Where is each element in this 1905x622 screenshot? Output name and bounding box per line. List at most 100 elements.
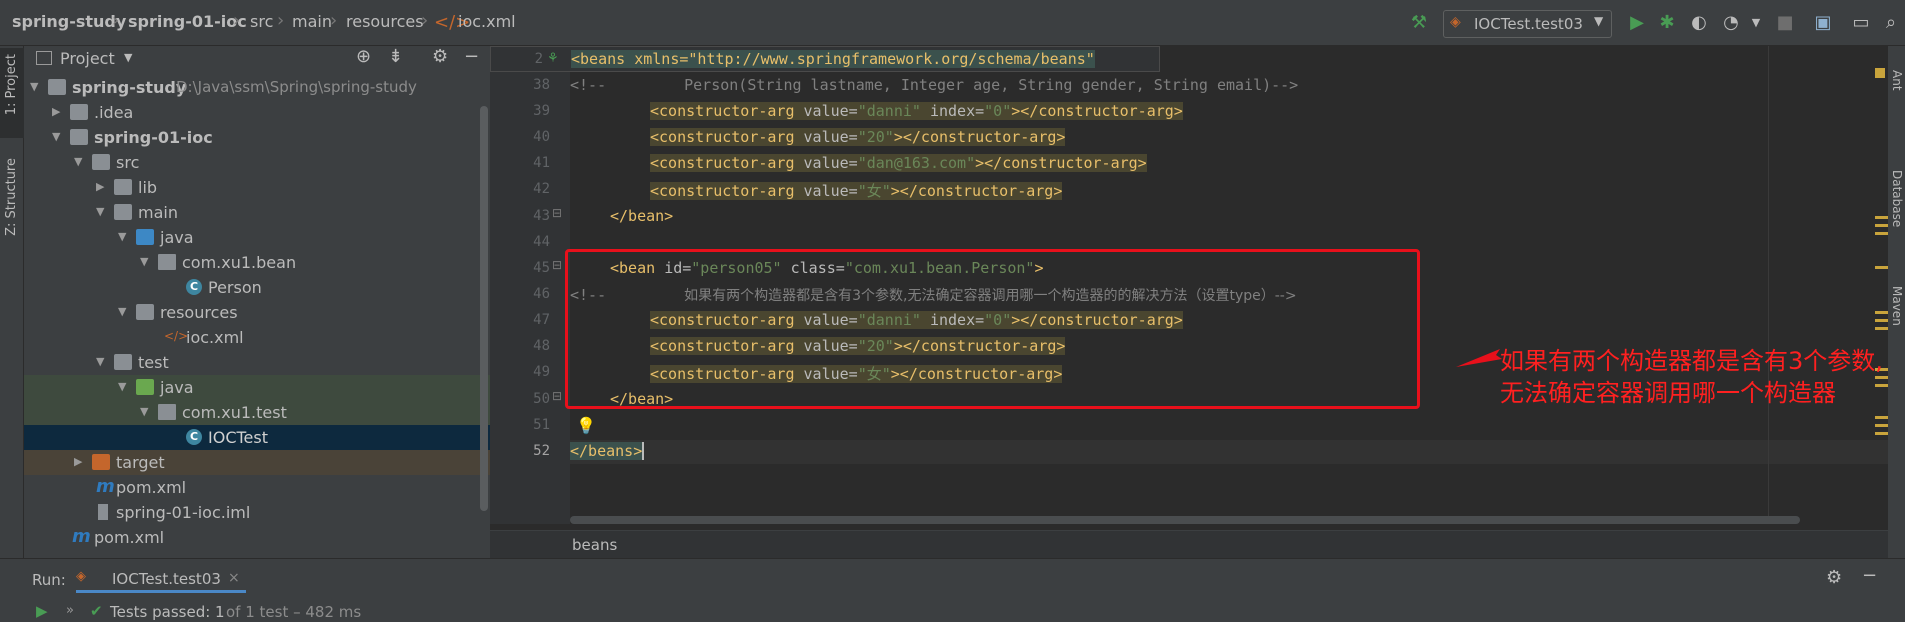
project-tool-button[interactable]: 1: Project bbox=[0, 48, 24, 138]
tree-item-pom-module[interactable]: m pom.xml bbox=[24, 475, 490, 500]
fold-icon[interactable]: ⊟ bbox=[552, 206, 562, 220]
chevron-down-icon: ▼ bbox=[96, 205, 105, 218]
tree-item-package-test[interactable]: ▼ com.xu1.test bbox=[24, 400, 490, 425]
tree-item-label: target bbox=[116, 453, 165, 472]
tree-item-person[interactable]: C Person bbox=[24, 275, 490, 300]
tab-ioctest-test03[interactable]: ◈ IOCTest.test03 × bbox=[76, 567, 246, 593]
project-structure-icon[interactable]: ▣ bbox=[1812, 12, 1834, 34]
breadcrumb-resources[interactable]: resources bbox=[346, 12, 424, 31]
package-icon bbox=[158, 404, 176, 420]
tag-close: </beans> bbox=[570, 442, 643, 460]
tag-close: ></constructor-arg> bbox=[893, 128, 1066, 146]
tree-item-idea[interactable]: ▶ .idea bbox=[24, 100, 490, 125]
line-number: 46 bbox=[533, 286, 550, 302]
breadcrumb-separator: › bbox=[421, 10, 429, 31]
tree-item-iml[interactable]: spring-01-ioc.iml bbox=[24, 500, 490, 525]
tree-item-spring-01-ioc[interactable]: ▼ spring-01-ioc bbox=[24, 125, 490, 150]
tag-close: ></constructor-arg> bbox=[1011, 102, 1183, 120]
breadcrumb-project[interactable]: spring-study bbox=[12, 12, 126, 31]
tree-item-label: main bbox=[138, 203, 178, 222]
collapse-all-icon[interactable]: ⇟ bbox=[388, 46, 403, 67]
breadcrumb-separator: › bbox=[277, 10, 285, 31]
stop-icon[interactable]: ■ bbox=[1774, 12, 1796, 34]
coverage-icon[interactable]: ◐ bbox=[1688, 12, 1710, 34]
test-config-icon: ◈ bbox=[1450, 14, 1461, 30]
tree-item-lib[interactable]: ▶ lib bbox=[24, 175, 490, 200]
locate-icon[interactable]: ⊕ bbox=[356, 46, 371, 67]
xml-file-icon: </> bbox=[434, 12, 471, 33]
maven-icon: m bbox=[72, 526, 91, 547]
chevron-down-icon: ▼ bbox=[30, 80, 39, 93]
database-tool-label[interactable]: Database bbox=[1890, 170, 1904, 227]
editor-breadcrumb-beans[interactable]: beans bbox=[572, 536, 617, 554]
breadcrumb-main[interactable]: main bbox=[292, 12, 332, 31]
terminal-icon[interactable]: ▭ bbox=[1850, 12, 1872, 34]
profile-icon[interactable]: ◔ bbox=[1720, 12, 1742, 34]
lightbulb-icon[interactable]: 💡 bbox=[576, 416, 596, 435]
build-hammer-icon[interactable]: ⚒ bbox=[1408, 12, 1430, 34]
tag-open: <constructor-arg bbox=[650, 102, 795, 120]
tree-item-src[interactable]: ▼ src bbox=[24, 150, 490, 175]
run-icon[interactable]: ▶ bbox=[1626, 12, 1648, 34]
run-configuration-dropdown[interactable]: ◈ IOCTest.test03 ▼ bbox=[1443, 10, 1612, 38]
close-icon[interactable]: × bbox=[228, 570, 240, 586]
spring-bean-gutter-icon[interactable]: ⚘ bbox=[547, 51, 559, 66]
inspection-status-icon[interactable] bbox=[1875, 68, 1885, 78]
gear-icon[interactable]: ⚙ bbox=[432, 46, 448, 67]
tree-item-label: com.xu1.test bbox=[182, 403, 287, 422]
tree-item-java-main[interactable]: ▼ java bbox=[24, 225, 490, 250]
line-number: 50 bbox=[533, 391, 550, 407]
tree-item-java-test[interactable]: ▼ java bbox=[24, 375, 490, 400]
project-tool-label: 1: Project bbox=[4, 54, 19, 116]
tree-item-spring-study[interactable]: ▼ spring-study D:\Java\ssm\Spring\spring… bbox=[24, 75, 490, 100]
breadcrumb-file[interactable]: ioc.xml bbox=[458, 12, 516, 31]
code-line-43: </bean> bbox=[610, 207, 673, 225]
expand-icon[interactable]: » bbox=[66, 603, 74, 618]
attr-name: index= bbox=[929, 102, 985, 120]
tree-item-package-bean[interactable]: ▼ com.xu1.bean bbox=[24, 250, 490, 275]
tree-item-pom-root[interactable]: m pom.xml bbox=[24, 525, 490, 550]
right-margin-guide bbox=[1768, 46, 1769, 524]
navigation-bar: spring-study › spring-01-ioc › src › mai… bbox=[0, 0, 1905, 46]
project-panel-title[interactable]: Project bbox=[60, 49, 115, 68]
rerun-icon[interactable]: ▶ bbox=[36, 602, 48, 620]
gear-icon[interactable]: ⚙ bbox=[1826, 567, 1842, 588]
annotation-line-1: 如果有两个构造器都是含有3个参数, bbox=[1500, 347, 1883, 375]
tree-item-resources[interactable]: ▼ resources bbox=[24, 300, 490, 325]
project-scrollbar[interactable] bbox=[480, 106, 488, 511]
class-icon: C bbox=[186, 279, 202, 295]
test-class-icon: C bbox=[186, 429, 202, 445]
debug-icon[interactable]: ✱ bbox=[1656, 12, 1678, 34]
tag-open: <constructor-arg bbox=[650, 128, 795, 146]
tree-item-ioctest[interactable]: C IOCTest bbox=[24, 425, 490, 450]
breadcrumb-src[interactable]: src bbox=[250, 12, 273, 31]
run-tool-window: Run: ◈ IOCTest.test03 × ⚙ − ▶ » ✔ Tests … bbox=[0, 558, 1905, 622]
structure-tool-label[interactable]: Z: Structure bbox=[4, 158, 19, 236]
line-number: 2 bbox=[534, 51, 543, 67]
horizontal-scrollbar[interactable] bbox=[570, 516, 1800, 524]
hide-icon[interactable]: − bbox=[1862, 565, 1877, 586]
maven-tool-label[interactable]: Maven bbox=[1890, 286, 1904, 326]
chevron-down-icon[interactable]: ▼ bbox=[124, 51, 132, 64]
text-caret bbox=[642, 442, 645, 460]
folder-icon bbox=[92, 154, 110, 170]
ant-tool-label[interactable]: Ant bbox=[1890, 70, 1904, 91]
tree-item-test[interactable]: ▼ test bbox=[24, 350, 490, 375]
breadcrumb-module[interactable]: spring-01-ioc bbox=[128, 12, 247, 31]
line-number: 41 bbox=[533, 155, 550, 171]
chevron-down-icon[interactable]: ▼ bbox=[1745, 12, 1767, 34]
chevron-down-icon: ▼ bbox=[118, 380, 127, 393]
hide-icon[interactable]: − bbox=[464, 46, 479, 67]
tree-item-ioc-xml[interactable]: </> ioc.xml bbox=[24, 325, 490, 350]
sticky-header: 2 ⚘ <beans xmlns="http://www.springframe… bbox=[490, 46, 1160, 72]
annotation-line-2: 无法确定容器调用哪一个构造器 bbox=[1500, 379, 1836, 407]
fold-icon[interactable]: ⊟ bbox=[552, 389, 562, 403]
tree-item-label: lib bbox=[138, 178, 158, 197]
code-line-52: </beans> bbox=[570, 442, 645, 460]
attr-value: "女" bbox=[857, 182, 891, 200]
search-icon[interactable]: ⌕ bbox=[1880, 12, 1902, 34]
tree-item-target[interactable]: ▶ target bbox=[24, 450, 490, 475]
fold-icon[interactable]: ⊟ bbox=[552, 258, 562, 272]
tree-item-main[interactable]: ▼ main bbox=[24, 200, 490, 225]
line-number: 52 bbox=[533, 443, 550, 459]
